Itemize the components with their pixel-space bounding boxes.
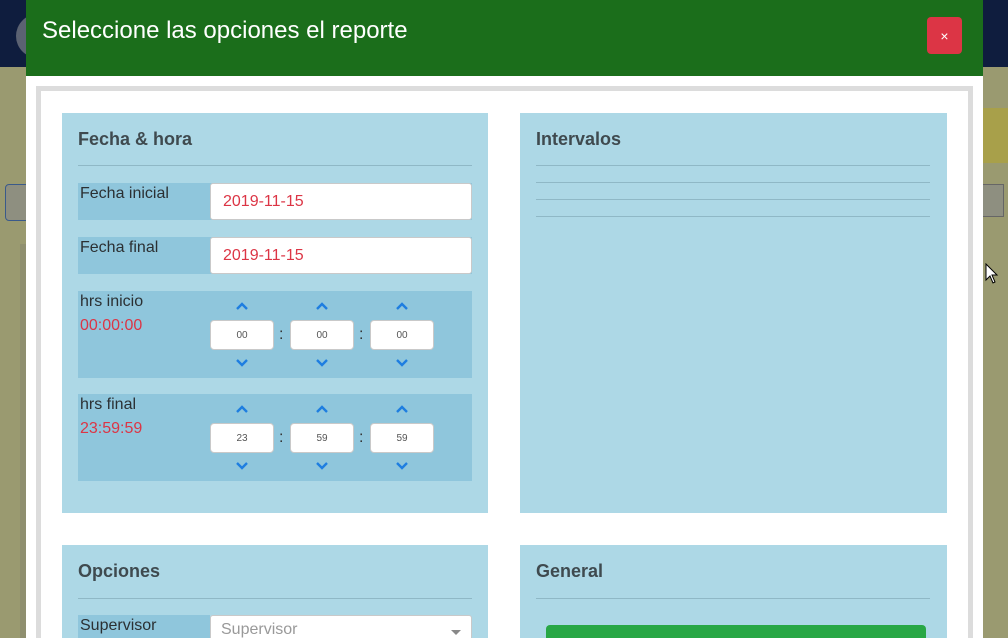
time-separator: : — [279, 429, 284, 446]
modal-body: Fecha & hora Fecha inicial 2019-11-15 Fe… — [36, 86, 973, 638]
interval-divider — [536, 165, 930, 166]
fecha-final-input[interactable]: 2019-11-15 — [210, 237, 472, 274]
chevron-down-icon[interactable] — [315, 461, 329, 471]
panel-divider — [536, 598, 930, 599]
hrs-final-minutes-input[interactable]: 59 — [290, 423, 354, 453]
supervisor-row: Supervisor — [78, 615, 210, 638]
general-panel: General — [520, 545, 947, 638]
chevron-down-icon[interactable] — [235, 461, 249, 471]
fecha-inicial-label: Fecha inicial — [80, 185, 169, 202]
chevron-up-icon[interactable] — [315, 301, 329, 311]
panel-title-opciones: Opciones — [78, 561, 161, 581]
interval-divider — [536, 182, 930, 183]
fecha-final-row: Fecha final 2019-11-15 — [78, 237, 472, 274]
supervisor-placeholder: Supervisor — [221, 621, 298, 638]
hrs-inicio-row: hrs inicio 00:00:00 00 : 00 : 00 — [78, 291, 472, 378]
hrs-final-value: 23:59:59 — [80, 420, 143, 437]
close-button[interactable]: × — [927, 17, 962, 54]
report-options-modal: Seleccione las opciones el reporte × Fec… — [26, 0, 983, 638]
modal-title: Seleccione las opciones el reporte — [42, 17, 408, 44]
time-separator: : — [359, 326, 364, 343]
panel-title-general: General — [536, 561, 604, 581]
fecha-hora-panel: Fecha & hora Fecha inicial 2019-11-15 Fe… — [62, 113, 488, 513]
hrs-final-label: hrs final — [80, 396, 137, 413]
chevron-down-icon[interactable] — [235, 358, 249, 368]
interval-divider — [536, 199, 930, 200]
hrs-inicio-label: hrs inicio — [80, 293, 144, 310]
chevron-up-icon[interactable] — [235, 301, 249, 311]
opciones-panel: Opciones Supervisor Supervisor — [62, 545, 488, 638]
chevron-down-icon[interactable] — [315, 358, 329, 368]
panel-divider — [78, 165, 472, 166]
hrs-inicio-value: 00:00:00 — [80, 317, 143, 334]
mouse-pointer-icon — [985, 263, 999, 284]
fecha-inicial-row: Fecha inicial 2019-11-15 — [78, 183, 472, 220]
hrs-final-seconds-input[interactable]: 59 — [370, 423, 434, 453]
time-separator: : — [359, 429, 364, 446]
supervisor-label: Supervisor — [80, 617, 157, 634]
panel-title-intervalos: Intervalos — [536, 129, 622, 149]
hrs-inicio-minutes-input[interactable]: 00 — [290, 320, 354, 350]
intervalos-panel: Intervalos — [520, 113, 947, 513]
dropdown-caret-icon — [451, 630, 461, 635]
panel-title-fecha-hora: Fecha & hora — [78, 129, 193, 149]
chevron-up-icon[interactable] — [395, 301, 409, 311]
modal-header: Seleccione las opciones el reporte × — [26, 0, 983, 76]
chevron-up-icon[interactable] — [315, 404, 329, 414]
interval-divider — [536, 216, 930, 217]
hrs-inicio-hours-input[interactable]: 00 — [210, 320, 274, 350]
fecha-final-label: Fecha final — [80, 239, 159, 256]
hrs-final-hours-input[interactable]: 23 — [210, 423, 274, 453]
panel-divider — [78, 598, 472, 599]
fecha-inicial-input[interactable]: 2019-11-15 — [210, 183, 472, 220]
supervisor-select[interactable]: Supervisor — [210, 615, 472, 638]
chevron-down-icon[interactable] — [395, 358, 409, 368]
chevron-up-icon[interactable] — [395, 404, 409, 414]
chevron-up-icon[interactable] — [235, 404, 249, 414]
background-select-right — [982, 184, 1004, 217]
chevron-down-icon[interactable] — [395, 461, 409, 471]
time-separator: : — [279, 326, 284, 343]
close-icon: × — [940, 27, 949, 44]
hrs-inicio-seconds-input[interactable]: 00 — [370, 320, 434, 350]
background-notice — [982, 108, 1008, 163]
general-action-button[interactable] — [546, 625, 926, 638]
hrs-final-row: hrs final 23:59:59 23 : 59 : 59 — [78, 394, 472, 481]
